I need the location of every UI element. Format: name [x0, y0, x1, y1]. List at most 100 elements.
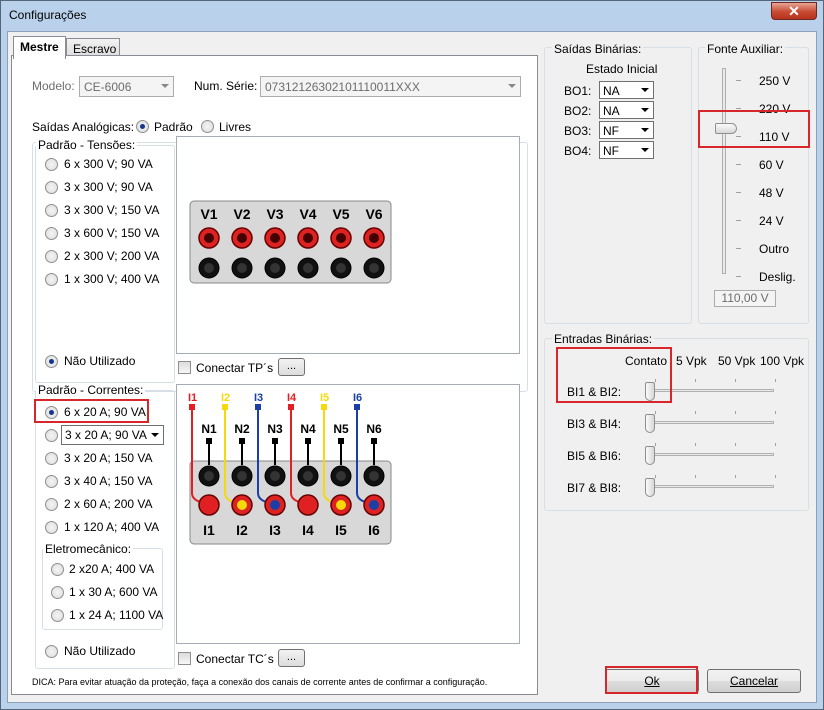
eletromecanico-option-radio[interactable] [51, 586, 64, 599]
bi-slider-tick [695, 475, 696, 478]
bo-select[interactable]: NF [599, 121, 654, 139]
modelo-value: CE-6006 [84, 80, 132, 94]
corrente-option-label: 3 x 20 A; 150 VA [64, 451, 153, 465]
terminal-hole-icon [369, 471, 379, 481]
bo-label: BO3: [564, 124, 592, 138]
conectar-tp-button[interactable]: ... [278, 358, 305, 376]
current-bottom-label: I3 [269, 522, 281, 538]
eletromecanico-option-label: 1 x 24 A; 1100 VA [69, 608, 164, 622]
terminal-hole-icon [237, 233, 247, 243]
bi-row-label: BI5 & BI6: [567, 449, 622, 463]
corrente-opt-6x20-radio[interactable] [45, 406, 58, 419]
scale-100vpk: 100 Vpk [760, 354, 805, 368]
corrente-option-radio[interactable] [45, 452, 58, 465]
corrente-option-radio[interactable] [45, 521, 58, 534]
tensao-option-radio[interactable] [45, 227, 58, 240]
neutral-label: N5 [333, 422, 349, 436]
scale-contato: Contato [625, 354, 668, 368]
corrente-opt-3x20-radio[interactable] [45, 429, 58, 442]
bi-slider-tick [775, 475, 776, 478]
ok-button[interactable]: Ok [605, 669, 699, 693]
tensao-option-label: 2 x 300 V; 200 VA [64, 249, 160, 263]
current-top-label: I6 [353, 392, 362, 404]
bo-label: BO4: [564, 144, 592, 158]
bi-slider-tick [695, 411, 696, 414]
correntes-nao-utilizado-radio[interactable] [45, 645, 58, 658]
neutral-marker [206, 438, 212, 444]
neutral-label: N2 [234, 422, 250, 436]
tensoes-nao-utilizado-radio[interactable] [45, 355, 58, 368]
conectar-tc-checkbox[interactable] [178, 652, 191, 665]
neutral-label: N1 [201, 422, 217, 436]
chevron-down-icon [641, 88, 649, 92]
bi-slider-thumb[interactable] [645, 382, 655, 401]
tensao-option-radio[interactable] [45, 273, 58, 286]
fonte-tick [736, 108, 741, 109]
conectar-tp-checkbox[interactable] [178, 361, 191, 374]
voltage-channel-label: V3 [266, 206, 283, 222]
tensao-option-label: 3 x 600 V; 150 VA [64, 226, 160, 240]
bi-slider-track[interactable] [648, 453, 774, 456]
bi-row-label: BI3 & BI4: [567, 417, 622, 431]
bi-slider-tick [775, 443, 776, 446]
corrente-3x20-value: 3 x 20 A; 90 VA [65, 428, 147, 442]
neutral-marker [338, 438, 344, 444]
bo-select[interactable]: NF [599, 141, 654, 159]
fonte-level-label: 110 V [759, 130, 790, 144]
current-top-label: I1 [188, 392, 197, 404]
current-bottom-label: I6 [368, 522, 380, 538]
current-bottom-label: I5 [335, 522, 347, 538]
livres-radio[interactable] [201, 120, 214, 133]
bi-slider-tick [735, 411, 736, 414]
tensao-option-radio[interactable] [45, 158, 58, 171]
title-bar: Configurações ✕ [1, 1, 823, 31]
eletromecanico-option-radio[interactable] [51, 563, 64, 576]
eletromecanico-option-radio[interactable] [51, 609, 64, 622]
connector-marker [189, 404, 195, 410]
cancel-button[interactable]: Cancelar [707, 669, 801, 693]
bi-slider-track[interactable] [648, 485, 774, 488]
fonte-tick [736, 80, 741, 81]
bi-slider-thumb[interactable] [645, 478, 655, 497]
connector-marker [354, 404, 360, 410]
fonte-slider-thumb[interactable] [715, 123, 737, 134]
bo-select[interactable]: NA [599, 101, 654, 119]
fonte-level-label: 220 V [759, 102, 791, 116]
bi-slider-tick [655, 475, 656, 478]
fonte-level-label: 48 V [759, 186, 784, 200]
terminal-hole-icon [336, 263, 346, 273]
modelo-select[interactable]: CE-6006 [79, 76, 174, 97]
tensao-option-radio[interactable] [45, 250, 58, 263]
bo-select[interactable]: NA [599, 81, 654, 99]
conectar-tp-label: Conectar TP´s [196, 361, 274, 375]
bi-slider-thumb[interactable] [645, 414, 655, 433]
corrente-3x20-select[interactable]: 3 x 20 A; 90 VA [61, 425, 164, 445]
tensao-option-radio[interactable] [45, 181, 58, 194]
padrao-radio[interactable] [136, 120, 149, 133]
eletromecanico-option-label: 1 x 30 A; 600 VA [69, 585, 158, 599]
fonte-level-label: 60 V [759, 158, 784, 172]
conectar-tc-button[interactable]: ... [278, 649, 305, 667]
terminal-hole-icon [303, 233, 313, 243]
neutral-label: N6 [366, 422, 382, 436]
serie-select[interactable]: 07312126302101110011XXX [260, 76, 521, 97]
chevron-down-icon [508, 84, 516, 88]
tensao-option-radio[interactable] [45, 204, 58, 217]
bi-slider-track[interactable] [648, 389, 774, 392]
current-top-label: I2 [221, 392, 230, 404]
fonte-level-label: 24 V [759, 214, 784, 228]
fonte-level-label: Outro [759, 242, 790, 256]
bi-slider-track[interactable] [648, 421, 774, 424]
padrao-label: Padrão [154, 120, 193, 134]
fonte-tick [736, 220, 741, 221]
bo-value: NA [603, 84, 620, 98]
bi-slider-thumb[interactable] [645, 446, 655, 465]
close-button[interactable]: ✕ [771, 2, 817, 20]
tab-mestre[interactable]: Mestre [13, 36, 66, 59]
corrente-option-radio[interactable] [45, 475, 58, 488]
terminal-hole-icon [237, 471, 247, 481]
corrente-option-radio[interactable] [45, 498, 58, 511]
voltage-channel-label: V2 [233, 206, 250, 222]
chevron-down-icon [641, 108, 649, 112]
fonte-slider-track[interactable] [722, 68, 726, 274]
